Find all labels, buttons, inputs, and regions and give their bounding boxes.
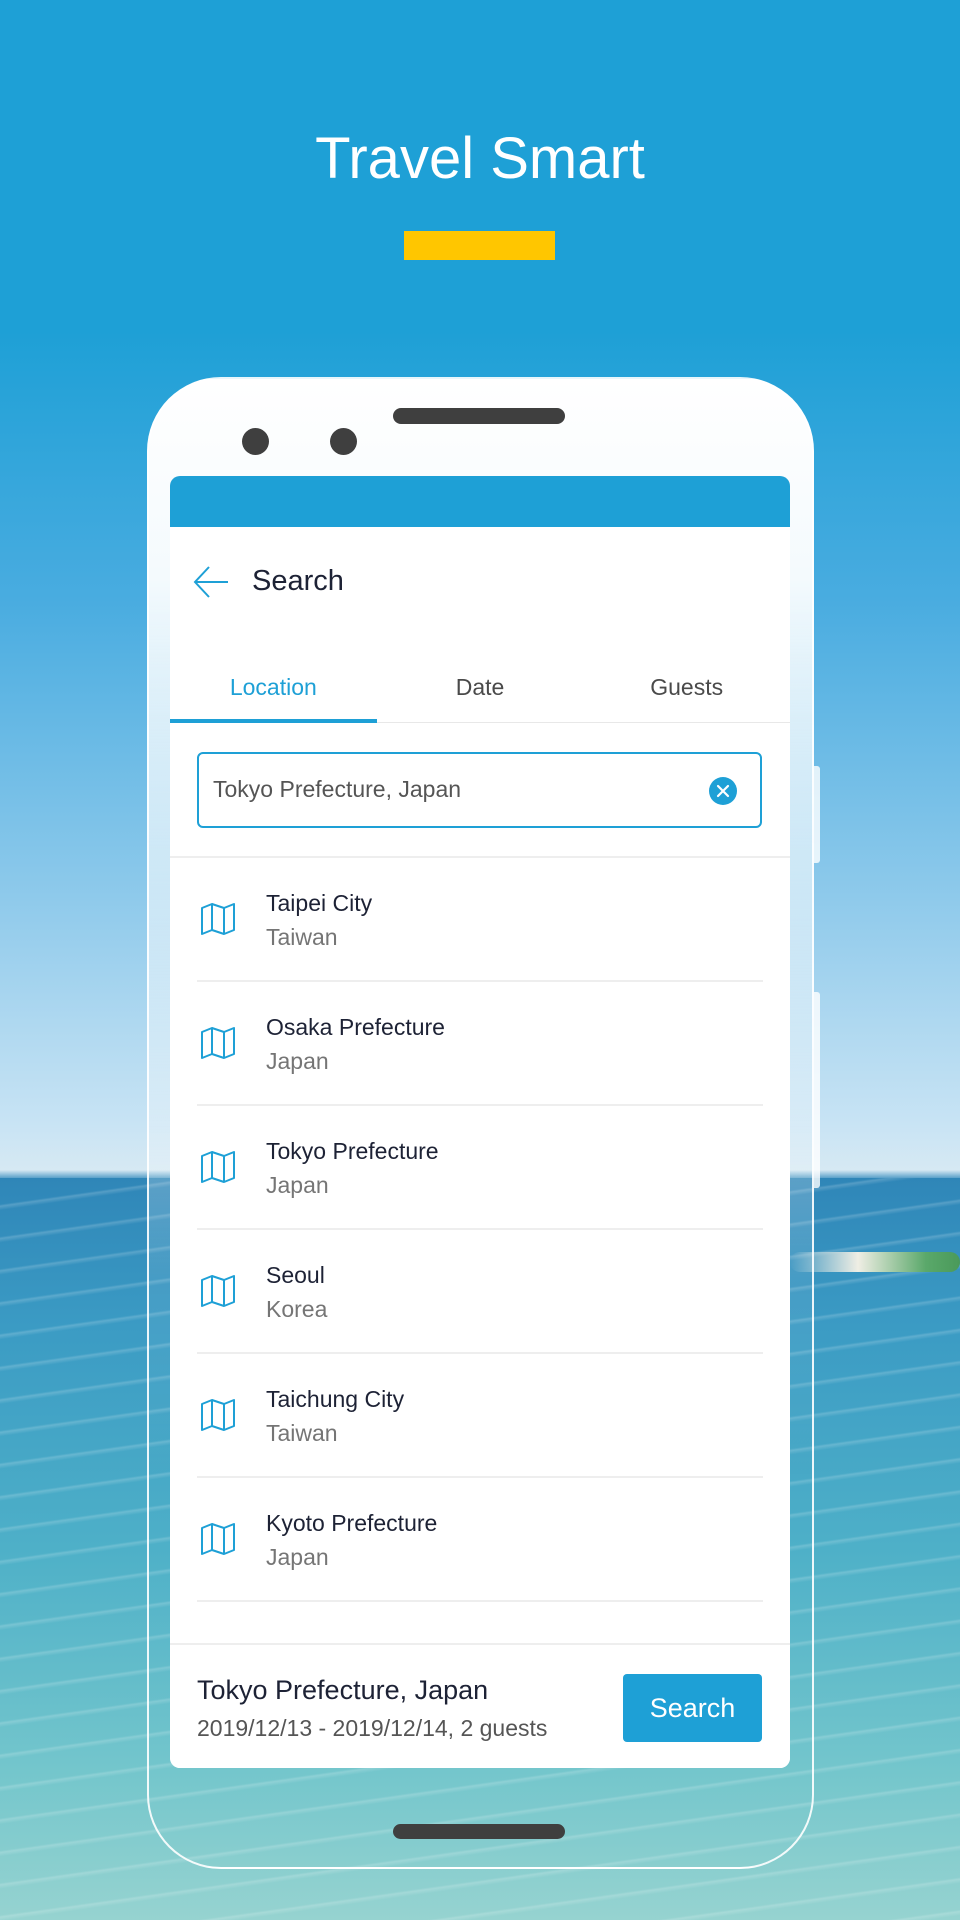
result-country: Japan <box>266 1544 329 1570</box>
search-input[interactable] <box>213 776 693 803</box>
phone-camera <box>330 428 357 455</box>
map-icon <box>201 1151 235 1183</box>
result-name: Taipei City <box>266 890 373 916</box>
accent-bar <box>404 231 555 260</box>
list-item[interactable]: Taichung City Taiwan <box>197 1354 763 1478</box>
result-country: Taiwan <box>266 1420 338 1446</box>
result-name: Kyoto Prefecture <box>266 1510 438 1536</box>
arrow-left-icon[interactable] <box>192 563 230 601</box>
tab-location[interactable]: Location <box>170 637 377 723</box>
search-button[interactable]: Search <box>623 1674 762 1742</box>
phone-side-button <box>814 992 820 1188</box>
map-icon <box>201 1027 235 1059</box>
list-item[interactable]: Kyoto Prefecture Japan <box>197 1478 763 1602</box>
result-name: Osaka Prefecture <box>266 1014 445 1040</box>
summary-dates-guests: 2019/12/13 - 2019/12/14, 2 guests <box>197 1715 548 1741</box>
island-background <box>790 1252 960 1272</box>
list-item[interactable]: Seoul Korea <box>197 1230 763 1354</box>
phone-speaker <box>393 408 565 424</box>
promo-title: Travel Smart <box>315 126 645 191</box>
app-screen: Search Location Date Guests Taipei City … <box>170 476 790 1768</box>
result-name: Seoul <box>266 1262 325 1288</box>
result-country: Japan <box>266 1048 329 1074</box>
summary-location: Tokyo Prefecture, Japan <box>197 1675 489 1705</box>
search-section <box>170 723 790 858</box>
map-icon <box>201 1275 235 1307</box>
list-item[interactable]: Taipei City Taiwan <box>197 858 763 982</box>
map-icon <box>201 903 235 935</box>
tab-guests[interactable]: Guests <box>583 637 790 722</box>
results-list: Taipei City Taiwan Osaka Prefecture Japa… <box>170 858 790 1602</box>
app-bar: Search <box>170 527 790 637</box>
phone-camera <box>242 428 269 455</box>
tab-date[interactable]: Date <box>377 637 584 722</box>
result-country: Taiwan <box>266 924 338 950</box>
result-name: Tokyo Prefecture <box>266 1138 439 1164</box>
result-country: Korea <box>266 1296 328 1322</box>
result-name: Taichung City <box>266 1386 405 1412</box>
tab-bar: Location Date Guests <box>170 637 790 723</box>
search-summary-bar: Tokyo Prefecture, Japan 2019/12/13 - 201… <box>170 1643 790 1768</box>
phone-home-bar <box>393 1824 565 1839</box>
search-field[interactable] <box>197 752 762 828</box>
map-icon <box>201 1523 235 1555</box>
status-bar <box>170 476 790 527</box>
list-item[interactable]: Osaka Prefecture Japan <box>197 982 763 1106</box>
result-country: Japan <box>266 1172 329 1198</box>
list-item[interactable]: Tokyo Prefecture Japan <box>197 1106 763 1230</box>
phone-side-button <box>814 766 820 863</box>
clear-circle-icon[interactable] <box>708 776 738 806</box>
map-icon <box>201 1399 235 1431</box>
page-title: Search <box>252 565 344 597</box>
